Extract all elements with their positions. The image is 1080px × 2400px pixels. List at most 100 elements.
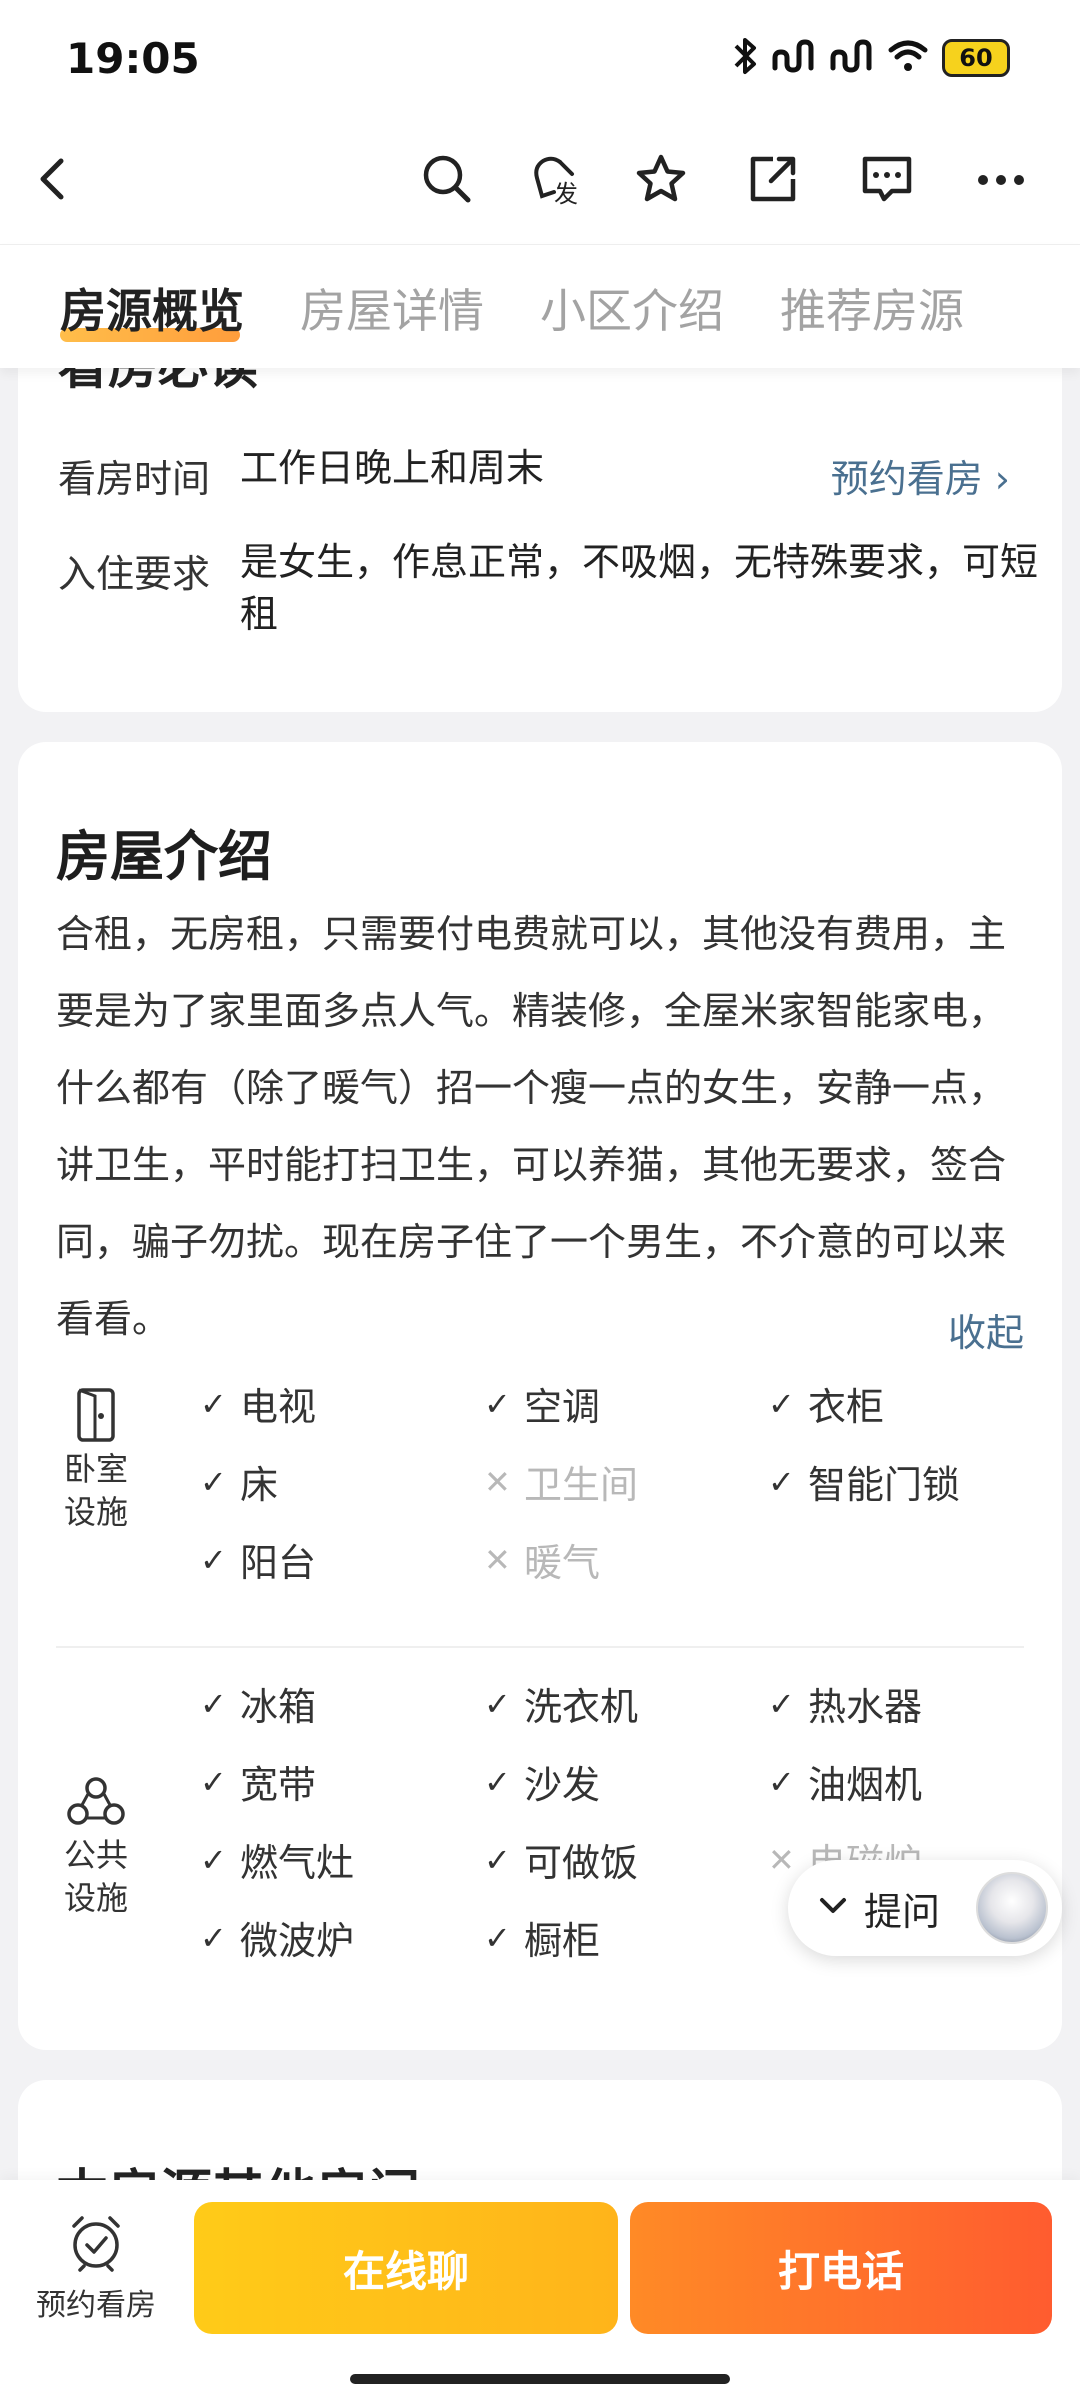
check-icon: ✓ <box>200 1840 227 1879</box>
facility-smart-lock: ✓ 智能门锁 <box>768 1454 960 1509</box>
facility-label: 燃气灶 <box>240 1841 355 1885</box>
public-label-2: 设施 <box>63 1879 128 1917</box>
call-button[interactable]: 打电话 <box>630 2202 1052 2334</box>
facility-bathroom: ✕ 卫生间 <box>484 1454 638 1509</box>
public-label-1: 公共 <box>63 1836 128 1874</box>
back-icon <box>33 155 73 207</box>
check-icon: ✓ <box>484 1840 511 1879</box>
facility-label: 床 <box>240 1463 279 1507</box>
share-button[interactable] <box>740 148 806 214</box>
cross-icon: ✕ <box>484 1540 511 1579</box>
public-category: 公共 设施 <box>56 1774 136 1920</box>
bedroom-label-2: 设施 <box>63 1493 128 1531</box>
facility-ac: ✓ 空调 <box>484 1376 600 1431</box>
tab-house-details[interactable]: 房屋详情 <box>300 275 484 341</box>
house-intro-title: 房屋介绍 <box>56 825 272 888</box>
battery-indicator: 60 <box>942 39 1010 77</box>
facility-label: 油烟机 <box>808 1763 923 1807</box>
book-viewing-button[interactable]: 预约看房 <box>26 2212 166 2324</box>
facility-label: 阳台 <box>240 1541 317 1585</box>
tab-overview[interactable]: 房源概览 <box>60 275 244 341</box>
facility-label: 衣柜 <box>808 1385 885 1429</box>
facility-range-hood: ✓ 油烟机 <box>768 1754 922 1809</box>
status-bar: 19:05 60 <box>0 0 1080 120</box>
bluetooth-icon <box>732 36 758 80</box>
facility-label: 微波炉 <box>240 1919 355 1963</box>
online-chat-button[interactable]: 在线聊 <box>194 2202 618 2334</box>
alarm-clock-icon <box>66 2216 126 2276</box>
home-indicator <box>350 2374 730 2384</box>
tab-recommended[interactable]: 推荐房源 <box>780 275 964 341</box>
publish-button[interactable]: 发 <box>524 148 590 214</box>
book-viewing-label: 预约看房 <box>36 2288 156 2323</box>
check-icon: ✓ <box>200 1762 227 1801</box>
facility-wardrobe: ✓ 衣柜 <box>768 1376 884 1431</box>
check-icon: ✓ <box>484 1684 511 1723</box>
bedroom-label-1: 卧室 <box>63 1450 128 1488</box>
ask-question-button[interactable]: 提问 <box>788 1860 1062 1956</box>
facility-cabinet: ✓ 橱柜 <box>484 1910 600 1965</box>
viewing-time-label: 看房时间 <box>58 457 211 501</box>
facility-sofa: ✓ 沙发 <box>484 1754 600 1809</box>
more-icon <box>976 172 1026 191</box>
search-button[interactable] <box>414 148 480 214</box>
book-viewing-link[interactable]: 预约看房 › <box>831 448 1010 503</box>
check-icon: ✓ <box>484 1762 511 1801</box>
message-button[interactable] <box>854 148 920 214</box>
check-icon: ✓ <box>768 1462 795 1501</box>
facility-tv: ✓ 电视 <box>200 1376 316 1431</box>
door-icon <box>69 1388 123 1448</box>
check-icon: ✓ <box>484 1384 511 1423</box>
ask-label: 提问 <box>864 1889 941 1934</box>
bedroom-facilities: 卧室 设施 ✓ 电视 ✓ 空调 ✓ 衣柜 ✓ 床 ✕ 卫生间 ✓ 智能门锁 ✓ 阳台 ✕ 暖气 <box>56 1376 1024 1586</box>
facility-broadband: ✓ 宽带 <box>200 1754 316 1809</box>
assistant-avatar <box>976 1872 1048 1944</box>
check-icon: ✓ <box>768 1384 795 1423</box>
house-intro-description: 合租，无房租，只需要付电费就可以，其他没有费用，主要是为了家里面多点人气。精装修… <box>56 912 1007 1341</box>
tab-community[interactable]: 小区介绍 <box>540 275 724 341</box>
collapse-link[interactable]: 收起 <box>948 1302 1024 1357</box>
facility-label: 卫生间 <box>524 1463 639 1507</box>
status-icons: 60 <box>732 36 1010 80</box>
svg-text:发: 发 <box>554 180 578 206</box>
back-button[interactable] <box>20 148 86 214</box>
top-toolbar: 发 <box>0 120 1080 244</box>
cross-icon: ✕ <box>484 1462 511 1501</box>
favorite-button[interactable] <box>628 148 694 214</box>
more-button[interactable] <box>968 148 1034 214</box>
signal-icon <box>772 38 816 78</box>
check-icon: ✓ <box>768 1762 795 1801</box>
facilities-divider <box>56 1646 1024 1648</box>
check-icon: ✓ <box>484 1918 511 1957</box>
facility-balcony: ✓ 阳台 <box>200 1532 316 1587</box>
facility-label: 暖气 <box>524 1541 601 1585</box>
facility-label: 宽带 <box>240 1763 317 1807</box>
facility-label: 智能门锁 <box>808 1463 961 1507</box>
facility-bed: ✓ 床 <box>200 1454 278 1509</box>
bedroom-category: 卧室 设施 <box>56 1386 136 1534</box>
facility-label: 冰箱 <box>240 1685 317 1729</box>
facility-label: 电视 <box>240 1385 317 1429</box>
facility-heating: ✕ 暖气 <box>484 1532 600 1587</box>
people-icon <box>64 1777 128 1834</box>
house-intro-card: 房屋介绍 合租，无房租，只需要付电费就可以，其他没有费用，主要是为了家里面多点人… <box>18 742 1062 2050</box>
facility-water-heater: ✓ 热水器 <box>768 1676 922 1731</box>
facility-label: 空调 <box>524 1385 601 1429</box>
check-icon: ✓ <box>200 1384 227 1423</box>
check-icon: ✓ <box>200 1462 227 1501</box>
status-time: 19:05 <box>66 34 200 83</box>
facility-gas-stove: ✓ 燃气灶 <box>200 1832 354 1887</box>
move-in-value: 是女生，作息正常，不吸烟，无特殊要求，可短租 <box>240 540 1039 636</box>
facility-cooking: ✓ 可做饭 <box>484 1832 638 1887</box>
search-icon <box>421 153 473 209</box>
wifi-icon <box>888 38 928 78</box>
signal-icon-2 <box>830 38 874 78</box>
message-icon <box>860 153 914 209</box>
publish-icon: 发 <box>530 152 584 210</box>
facility-label: 可做饭 <box>524 1841 639 1885</box>
facility-fridge: ✓ 冰箱 <box>200 1676 316 1731</box>
share-icon <box>747 153 799 209</box>
check-icon: ✓ <box>200 1540 227 1579</box>
check-icon: ✓ <box>200 1918 227 1957</box>
chevron-down-icon <box>818 1896 858 1920</box>
